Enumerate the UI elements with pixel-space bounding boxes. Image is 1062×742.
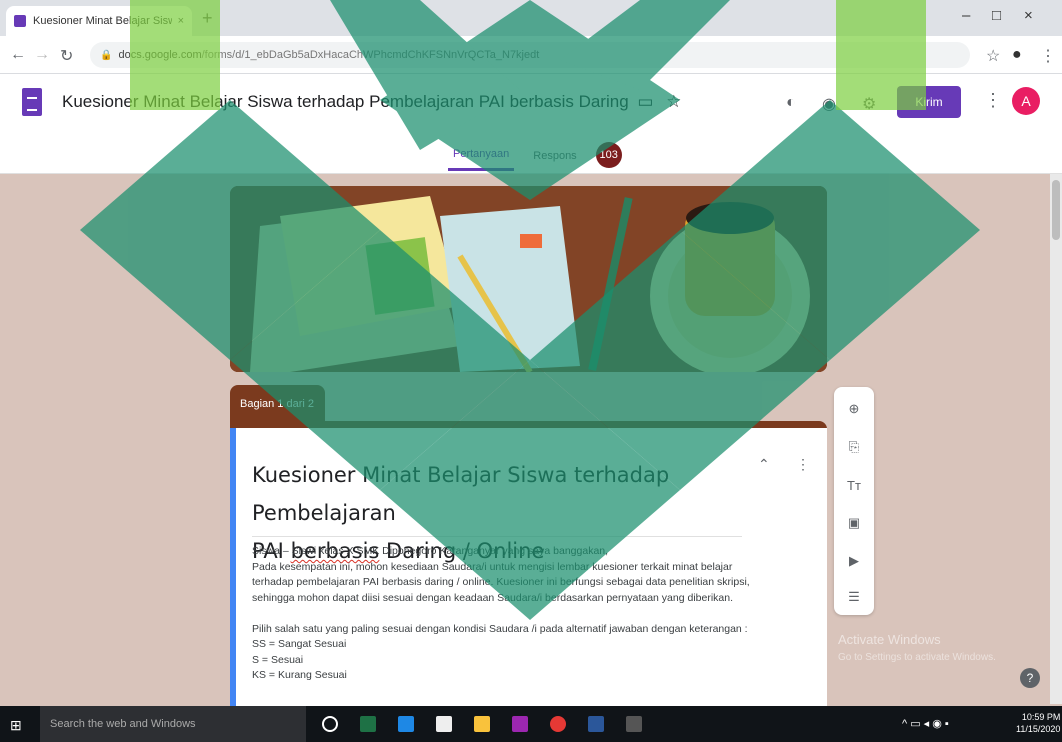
activate-windows-title: Activate Windows [838, 632, 941, 647]
add-section-icon[interactable]: ☰ [844, 587, 864, 607]
word-icon[interactable] [588, 716, 604, 732]
reload-icon[interactable]: ↻ [60, 46, 73, 66]
add-question-icon[interactable]: ⊕ [844, 399, 864, 419]
taskbar-clock[interactable]: 10:59 PM 11/15/2020 [1016, 711, 1060, 735]
menu-icon[interactable]: ⋮ [1040, 46, 1056, 66]
import-questions-icon[interactable]: ⎘ [844, 437, 864, 457]
tab-responses[interactable]: Respons [528, 146, 581, 170]
header-image [230, 186, 827, 372]
windows-start-icon[interactable]: ⊞ [10, 717, 22, 734]
form-title-card[interactable]: Kuesioner Minat Belajar Siswa terhadap P… [230, 428, 827, 706]
store-icon[interactable] [436, 716, 452, 732]
system-tray-icons[interactable]: ^ ▭ ◂ ◉ ▪ [902, 717, 949, 730]
maximize-button[interactable]: □ [992, 7, 1001, 24]
title-divider [252, 536, 742, 537]
forms-favicon-icon [14, 15, 26, 27]
edge-icon[interactable] [398, 716, 414, 732]
task-view-icon[interactable] [322, 716, 338, 732]
new-tab-button[interactable]: + [202, 8, 213, 29]
url-host: docs.google.com [118, 49, 202, 61]
forms-header: Kuesioner Minat Belajar Siswa terhadap P… [0, 74, 1062, 174]
back-icon[interactable]: ← [10, 46, 26, 64]
excel-icon[interactable] [360, 716, 376, 732]
question-toolbar: ⊕ ⎘ Tт ▣ ▶ ☰ [834, 387, 874, 615]
add-video-icon[interactable]: ▶ [844, 551, 864, 571]
browser-tab[interactable]: Kuesioner Minat Belajar Siswa × [6, 6, 192, 36]
page-scrollbar[interactable] [1050, 174, 1062, 704]
more-options-icon[interactable]: ⋮ [984, 90, 1002, 111]
preview-eye-icon[interactable]: ◉ [822, 94, 836, 114]
star-icon[interactable]: ☆ [666, 92, 681, 111]
file-explorer-icon[interactable] [474, 716, 490, 732]
send-button[interactable]: Kirim [897, 86, 961, 118]
onenote-icon[interactable] [512, 716, 528, 732]
close-window-button[interactable]: × [1024, 7, 1033, 24]
address-bar[interactable]: 🔒 docs.google.com /forms/d/1_ebDaGb5aDxH… [90, 42, 970, 68]
profile-icon[interactable]: ● [1012, 46, 1022, 64]
url-path: /forms/d/1_ebDaGb5aDxHacaChWPhcmdChKFSNn… [201, 49, 540, 61]
paint-icon[interactable] [626, 716, 642, 732]
tab-close-icon[interactable]: × [178, 15, 184, 27]
add-title-icon[interactable]: Tт [844, 475, 864, 495]
tab-questions[interactable]: Pertanyaan [448, 144, 515, 171]
collapse-icon[interactable]: ⌃ [758, 456, 770, 473]
lock-icon: 🔒 [100, 49, 113, 61]
settings-gear-icon[interactable]: ⚙ [862, 94, 876, 114]
scrollbar-thumb[interactable] [1052, 180, 1060, 240]
form-tabs: Pertanyaan Respons 103 [448, 141, 622, 171]
form-title[interactable]: Kuesioner Minat Belajar Siswa terhadap P… [62, 92, 681, 112]
taskbar-search[interactable]: Search the web and Windows [40, 706, 306, 742]
browser-tab-bar: Kuesioner Minat Belajar Siswa × + – □ × [0, 0, 1062, 36]
desk-illustration [230, 186, 827, 372]
activate-windows-subtitle: Go to Settings to activate Windows. [838, 652, 996, 663]
browser-toolbar: ← → ↻ 🔒 docs.google.com /forms/d/1_ebDaG… [0, 36, 1062, 74]
add-image-icon[interactable]: ▣ [844, 513, 864, 533]
forms-logo-icon[interactable] [22, 88, 42, 116]
folder-icon[interactable]: ▭ [637, 92, 653, 111]
help-icon[interactable]: ? [1020, 668, 1040, 688]
star-icon[interactable]: ☆ [986, 46, 1000, 66]
response-count-badge: 103 [595, 141, 622, 168]
forward-icon[interactable]: → [34, 46, 50, 64]
tab-title: Kuesioner Minat Belajar Siswa [33, 15, 172, 27]
form-description[interactable]: Siswa – Siswi kelas X SMK Diponegoro Kar… [252, 544, 812, 684]
card-more-icon[interactable]: ⋮ [796, 456, 810, 473]
section-tag: Bagian 1 dari 2 [230, 385, 325, 423]
windows-taskbar: ⊞ Search the web and Windows ^ ▭ ◂ ◉ ▪ 1… [0, 706, 1062, 742]
chrome-icon[interactable] [550, 716, 566, 732]
avatar[interactable]: A [1012, 87, 1040, 115]
minimize-button[interactable]: – [962, 7, 970, 24]
palette-icon[interactable]: ◐ [786, 94, 796, 112]
